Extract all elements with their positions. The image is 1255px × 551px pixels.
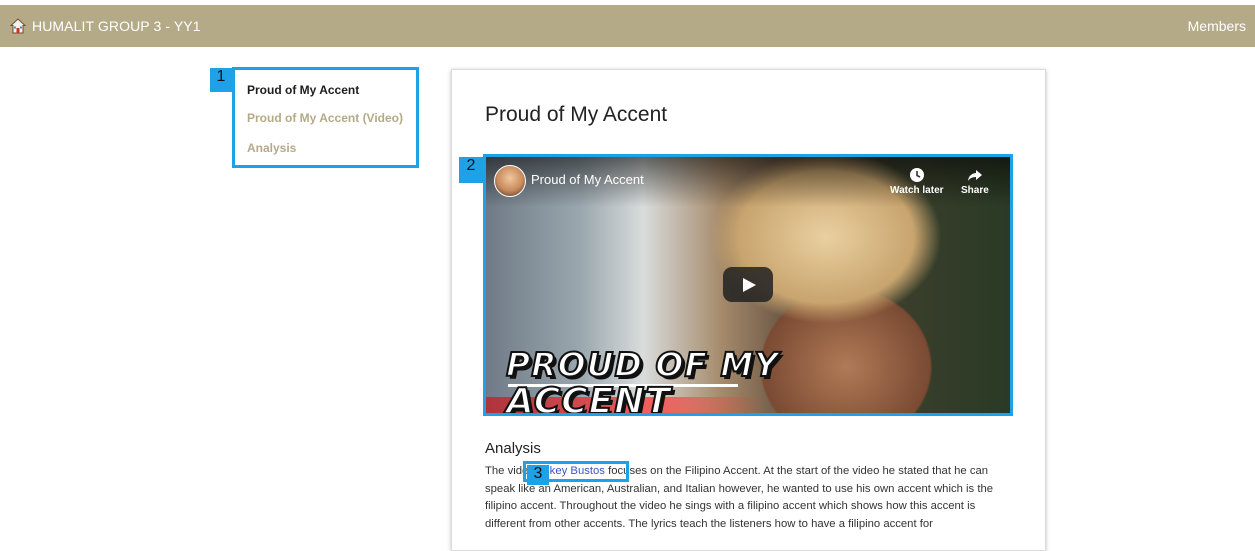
annotation-number-1: 1: [210, 68, 232, 92]
share-icon: [967, 170, 982, 181]
play-button[interactable]: [723, 267, 773, 302]
annotation-number-2: 2: [459, 157, 483, 183]
page-title: Proud of My Accent: [485, 103, 668, 126]
clock-icon: [909, 168, 924, 182]
thumbnail-text-line2: ACCENT: [505, 380, 671, 413]
thumbnail-text-line1: PROUD OF MY: [505, 344, 780, 385]
watch-later-label: Watch later: [890, 185, 944, 196]
share-label: Share: [961, 185, 989, 196]
analysis-paragraph: The video Mikey Bustos focuses on the Fi…: [485, 463, 1010, 533]
nav-item-proud-of-my-accent[interactable]: Proud of My Accent: [247, 83, 359, 97]
share-button[interactable]: Share: [961, 167, 989, 196]
brand-link[interactable]: HUMALIT GROUP 3 - YY1: [10, 5, 201, 47]
brand-title: HUMALIT GROUP 3 - YY1: [32, 18, 201, 34]
channel-avatar[interactable]: [494, 165, 526, 197]
side-navigation: Proud of My Accent Proud of My Accent (V…: [235, 69, 418, 166]
annotation-number-3: 3: [527, 465, 549, 485]
home-icon: [10, 18, 26, 34]
video-player[interactable]: Proud of My Accent Watch later Share PRO…: [486, 157, 1010, 413]
watch-later-button[interactable]: Watch later: [890, 167, 944, 196]
nav-item-proud-of-my-accent-video[interactable]: Proud of My Accent (Video): [247, 111, 403, 125]
top-navbar: HUMALIT GROUP 3 - YY1 Members: [0, 5, 1255, 47]
nav-item-analysis[interactable]: Analysis: [247, 141, 296, 155]
video-title[interactable]: Proud of My Accent: [531, 172, 644, 187]
analysis-heading: Analysis: [485, 440, 541, 457]
members-link[interactable]: Members: [1188, 5, 1246, 47]
